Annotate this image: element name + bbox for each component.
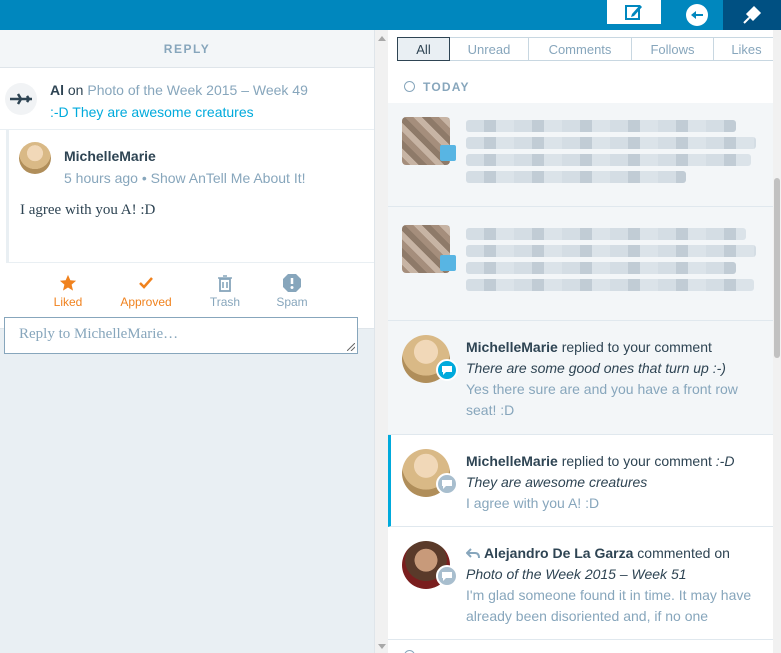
avatar[interactable] bbox=[19, 142, 51, 174]
notification-item[interactable]: Alejandro De La Garza commented on Photo… bbox=[388, 527, 774, 640]
reply-arrow-icon bbox=[465, 548, 480, 559]
comment-author[interactable]: MichelleMarie bbox=[64, 148, 156, 164]
filter-comments[interactable]: Comments bbox=[529, 37, 632, 61]
approved-button[interactable]: Approved bbox=[111, 273, 181, 309]
scroll-up-icon[interactable] bbox=[378, 36, 386, 41]
scroll-down-icon[interactable] bbox=[378, 644, 386, 649]
left-scrollbar[interactable] bbox=[374, 30, 388, 653]
notification-author[interactable]: MichelleMarie bbox=[466, 339, 558, 355]
filter-unread[interactable]: Unread bbox=[450, 37, 529, 61]
star-icon bbox=[59, 274, 77, 291]
spam-icon bbox=[283, 274, 301, 292]
notifications-panel: All Unread Comments Follows Likes TODAY bbox=[388, 30, 781, 653]
filter-likes[interactable]: Likes bbox=[714, 37, 780, 61]
back-icon bbox=[686, 4, 708, 26]
reply-header: REPLY bbox=[0, 30, 374, 68]
parent-comment[interactable]: Al on Photo of the Week 2015 – Week 49 :… bbox=[0, 68, 374, 130]
filter-all[interactable]: All bbox=[397, 37, 450, 61]
comment-badge-icon bbox=[436, 359, 458, 381]
parent-on: on bbox=[67, 82, 84, 98]
filter-follows[interactable]: Follows bbox=[632, 37, 714, 61]
notification-author[interactable]: MichelleMarie bbox=[466, 453, 558, 469]
parent-post-link[interactable]: Photo of the Week 2015 – Week 49 bbox=[87, 82, 308, 98]
parent-text[interactable]: :-D They are awesome creatures bbox=[50, 104, 254, 120]
notifications-button[interactable] bbox=[723, 0, 781, 30]
reply-panel: REPLY Al on Photo of the Week 2015 – Wee… bbox=[0, 30, 374, 653]
comment-meta[interactable]: 5 hours ago • Show AnTell Me About It! bbox=[64, 170, 306, 186]
liked-button[interactable]: Liked bbox=[33, 273, 103, 309]
me-button[interactable] bbox=[683, 0, 711, 30]
filter-bar: All Unread Comments Follows Likes bbox=[397, 37, 780, 62]
check-icon bbox=[139, 277, 153, 289]
write-post-button[interactable] bbox=[607, 0, 661, 24]
right-scrollbar[interactable] bbox=[773, 30, 781, 653]
notification-item-active[interactable]: MichelleMarie replied to your comment :-… bbox=[388, 435, 774, 527]
resize-handle-icon[interactable] bbox=[347, 343, 355, 351]
spam-button[interactable]: Spam bbox=[257, 273, 327, 309]
badge-icon bbox=[440, 255, 456, 271]
clock-icon bbox=[404, 81, 415, 92]
section-header-today: TODAY bbox=[388, 70, 774, 103]
notification-item[interactable]: MichelleMarie replied to your comment Th… bbox=[388, 321, 774, 435]
bell-icon bbox=[743, 5, 762, 24]
notification-item-blurred[interactable] bbox=[388, 103, 774, 207]
scroll-thumb[interactable] bbox=[774, 178, 780, 358]
notification-author[interactable]: Alejandro De La Garza bbox=[484, 545, 633, 561]
comment-text: I agree with you A! :D bbox=[20, 202, 156, 218]
avatar bbox=[5, 83, 37, 115]
comment-badge-icon bbox=[436, 565, 458, 587]
parent-author[interactable]: Al bbox=[50, 82, 64, 98]
comment-badge-icon bbox=[436, 473, 458, 495]
comment: MichelleMarie 5 hours ago • Show AnTell … bbox=[0, 130, 374, 263]
top-bar bbox=[0, 0, 781, 30]
section-header-yesterday bbox=[388, 640, 774, 653]
reply-input[interactable]: Reply to MichelleMarie… bbox=[4, 317, 358, 354]
clock-icon bbox=[404, 649, 415, 653]
trash-button[interactable]: Trash bbox=[190, 273, 260, 309]
edit-icon bbox=[625, 5, 642, 20]
airplane-icon bbox=[10, 93, 32, 105]
badge-icon bbox=[440, 145, 456, 161]
notification-item-blurred[interactable] bbox=[388, 207, 774, 321]
trash-icon bbox=[218, 275, 232, 292]
